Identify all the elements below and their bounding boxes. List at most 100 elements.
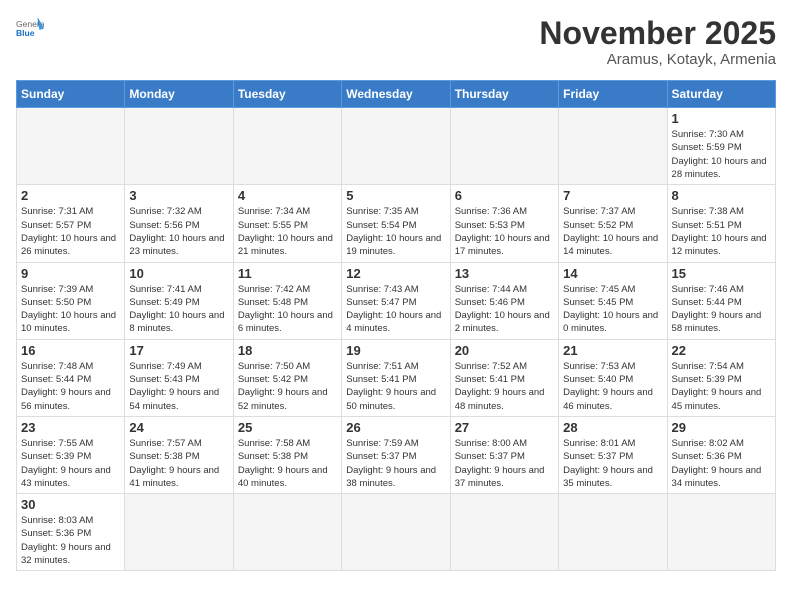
calendar-row: 1Sunrise: 7:30 AM Sunset: 5:59 PM Daylig… bbox=[17, 108, 776, 185]
table-cell: 16 Sunrise: 7:48 AM Sunset: 5:44 PM Dayli… bbox=[17, 339, 125, 416]
table-cell: 3 Sunrise: 7:32 AM Sunset: 5:56 PM Daylig… bbox=[125, 185, 233, 262]
table-cell: 1Sunrise: 7:30 AM Sunset: 5:59 PM Daylig… bbox=[667, 108, 775, 185]
day-info: Sunrise: 7:31 AM Sunset: 5:57 PM Dayligh… bbox=[21, 205, 120, 258]
day-info: Sunrise: 7:35 AM Sunset: 5:54 PM Dayligh… bbox=[346, 205, 445, 258]
day-number: 20 bbox=[455, 343, 554, 358]
day-info: Sunrise: 8:03 AM Sunset: 5:36 PM Dayligh… bbox=[21, 514, 120, 567]
day-info: Sunrise: 8:02 AM Sunset: 5:36 PM Dayligh… bbox=[672, 437, 771, 490]
svg-text:Blue: Blue bbox=[16, 28, 35, 38]
day-info: Sunrise: 7:34 AM Sunset: 5:55 PM Dayligh… bbox=[238, 205, 337, 258]
table-cell: 23 Sunrise: 7:55 AM Sunset: 5:39 PM Dayli… bbox=[17, 416, 125, 493]
day-number: 23 bbox=[21, 420, 120, 435]
day-number: 9 bbox=[21, 266, 120, 281]
day-info: Sunrise: 7:58 AM Sunset: 5:38 PM Dayligh… bbox=[238, 437, 337, 490]
table-cell: 6Sunrise: 7:36 AM Sunset: 5:53 PM Daylig… bbox=[450, 185, 558, 262]
day-number: 3 bbox=[129, 188, 228, 203]
day-number: 16 bbox=[21, 343, 120, 358]
table-cell bbox=[17, 108, 125, 185]
day-number: 17 bbox=[129, 343, 228, 358]
day-info: Sunrise: 7:39 AM Sunset: 5:50 PM Dayligh… bbox=[21, 283, 120, 336]
day-info: Sunrise: 7:54 AM Sunset: 5:39 PM Dayligh… bbox=[672, 360, 771, 413]
calendar-row: 30Sunrise: 8:03 AM Sunset: 5:36 PM Dayli… bbox=[17, 494, 776, 571]
table-cell: 2 Sunrise: 7:31 AM Sunset: 5:57 PM Daylig… bbox=[17, 185, 125, 262]
day-info: Sunrise: 7:45 AM Sunset: 5:45 PM Dayligh… bbox=[563, 283, 662, 336]
table-cell: 13Sunrise: 7:44 AM Sunset: 5:46 PM Dayli… bbox=[450, 262, 558, 339]
day-number: 14 bbox=[563, 266, 662, 281]
month-title: November 2025 bbox=[539, 16, 776, 51]
day-info: Sunrise: 7:50 AM Sunset: 5:42 PM Dayligh… bbox=[238, 360, 337, 413]
col-friday: Friday bbox=[559, 81, 667, 108]
day-info: Sunrise: 8:00 AM Sunset: 5:37 PM Dayligh… bbox=[455, 437, 554, 490]
table-cell: 28Sunrise: 8:01 AM Sunset: 5:37 PM Dayli… bbox=[559, 416, 667, 493]
day-number: 21 bbox=[563, 343, 662, 358]
table-cell: 4 Sunrise: 7:34 AM Sunset: 5:55 PM Daylig… bbox=[233, 185, 341, 262]
table-cell: 27Sunrise: 8:00 AM Sunset: 5:37 PM Dayli… bbox=[450, 416, 558, 493]
table-cell: 9 Sunrise: 7:39 AM Sunset: 5:50 PM Daylig… bbox=[17, 262, 125, 339]
table-cell bbox=[342, 494, 450, 571]
table-cell bbox=[125, 108, 233, 185]
table-cell: 8Sunrise: 7:38 AM Sunset: 5:51 PM Daylig… bbox=[667, 185, 775, 262]
table-cell: 11 Sunrise: 7:42 AM Sunset: 5:48 PM Dayli… bbox=[233, 262, 341, 339]
day-number: 28 bbox=[563, 420, 662, 435]
day-number: 10 bbox=[129, 266, 228, 281]
day-number: 26 bbox=[346, 420, 445, 435]
day-info: Sunrise: 7:48 AM Sunset: 5:44 PM Dayligh… bbox=[21, 360, 120, 413]
table-cell bbox=[667, 494, 775, 571]
table-cell: 17 Sunrise: 7:49 AM Sunset: 5:43 PM Dayli… bbox=[125, 339, 233, 416]
day-info: Sunrise: 7:59 AM Sunset: 5:37 PM Dayligh… bbox=[346, 437, 445, 490]
table-cell: 15 Sunrise: 7:46 AM Sunset: 5:44 PM Dayli… bbox=[667, 262, 775, 339]
day-number: 18 bbox=[238, 343, 337, 358]
day-number: 29 bbox=[672, 420, 771, 435]
day-number: 5 bbox=[346, 188, 445, 203]
location-title: Aramus, Kotayk, Armenia bbox=[539, 51, 776, 68]
day-number: 2 bbox=[21, 188, 120, 203]
col-thursday: Thursday bbox=[450, 81, 558, 108]
col-tuesday: Tuesday bbox=[233, 81, 341, 108]
day-info: Sunrise: 7:32 AM Sunset: 5:56 PM Dayligh… bbox=[129, 205, 228, 258]
day-info: Sunrise: 7:53 AM Sunset: 5:40 PM Dayligh… bbox=[563, 360, 662, 413]
table-cell: 18 Sunrise: 7:50 AM Sunset: 5:42 PM Dayli… bbox=[233, 339, 341, 416]
day-info: Sunrise: 7:30 AM Sunset: 5:59 PM Dayligh… bbox=[672, 128, 771, 181]
col-monday: Monday bbox=[125, 81, 233, 108]
day-number: 15 bbox=[672, 266, 771, 281]
day-number: 19 bbox=[346, 343, 445, 358]
table-cell bbox=[559, 494, 667, 571]
table-cell: 26 Sunrise: 7:59 AM Sunset: 5:37 PM Dayli… bbox=[342, 416, 450, 493]
day-info: Sunrise: 7:44 AM Sunset: 5:46 PM Dayligh… bbox=[455, 283, 554, 336]
table-cell: 5 Sunrise: 7:35 AM Sunset: 5:54 PM Daylig… bbox=[342, 185, 450, 262]
table-cell bbox=[125, 494, 233, 571]
calendar-row: 16 Sunrise: 7:48 AM Sunset: 5:44 PM Dayli… bbox=[17, 339, 776, 416]
logo-icon: General Blue bbox=[16, 16, 44, 44]
table-cell bbox=[450, 494, 558, 571]
table-cell: 25Sunrise: 7:58 AM Sunset: 5:38 PM Dayli… bbox=[233, 416, 341, 493]
table-cell: 10 Sunrise: 7:41 AM Sunset: 5:49 PM Dayli… bbox=[125, 262, 233, 339]
day-number: 7 bbox=[563, 188, 662, 203]
day-info: Sunrise: 7:51 AM Sunset: 5:41 PM Dayligh… bbox=[346, 360, 445, 413]
col-saturday: Saturday bbox=[667, 81, 775, 108]
day-info: Sunrise: 7:46 AM Sunset: 5:44 PM Dayligh… bbox=[672, 283, 771, 336]
table-cell: 20Sunrise: 7:52 AM Sunset: 5:41 PM Dayli… bbox=[450, 339, 558, 416]
page-header: General Blue November 2025 Aramus, Kotay… bbox=[16, 16, 776, 68]
calendar-header-row: Sunday Monday Tuesday Wednesday Thursday… bbox=[17, 81, 776, 108]
day-number: 11 bbox=[238, 266, 337, 281]
table-cell: 24Sunrise: 7:57 AM Sunset: 5:38 PM Dayli… bbox=[125, 416, 233, 493]
table-cell: 29 Sunrise: 8:02 AM Sunset: 5:36 PM Dayli… bbox=[667, 416, 775, 493]
calendar-row: 2 Sunrise: 7:31 AM Sunset: 5:57 PM Daylig… bbox=[17, 185, 776, 262]
calendar-row: 23 Sunrise: 7:55 AM Sunset: 5:39 PM Dayli… bbox=[17, 416, 776, 493]
table-cell: 22Sunrise: 7:54 AM Sunset: 5:39 PM Dayli… bbox=[667, 339, 775, 416]
day-info: Sunrise: 7:49 AM Sunset: 5:43 PM Dayligh… bbox=[129, 360, 228, 413]
title-section: November 2025 Aramus, Kotayk, Armenia bbox=[539, 16, 776, 68]
day-info: Sunrise: 7:42 AM Sunset: 5:48 PM Dayligh… bbox=[238, 283, 337, 336]
table-cell: 19 Sunrise: 7:51 AM Sunset: 5:41 PM Dayli… bbox=[342, 339, 450, 416]
table-cell: 14 Sunrise: 7:45 AM Sunset: 5:45 PM Dayli… bbox=[559, 262, 667, 339]
table-cell bbox=[233, 108, 341, 185]
day-info: Sunrise: 7:41 AM Sunset: 5:49 PM Dayligh… bbox=[129, 283, 228, 336]
table-cell bbox=[233, 494, 341, 571]
calendar: Sunday Monday Tuesday Wednesday Thursday… bbox=[16, 80, 776, 571]
day-info: Sunrise: 7:36 AM Sunset: 5:53 PM Dayligh… bbox=[455, 205, 554, 258]
table-cell bbox=[450, 108, 558, 185]
table-cell bbox=[342, 108, 450, 185]
day-number: 24 bbox=[129, 420, 228, 435]
day-number: 4 bbox=[238, 188, 337, 203]
day-info: Sunrise: 7:55 AM Sunset: 5:39 PM Dayligh… bbox=[21, 437, 120, 490]
